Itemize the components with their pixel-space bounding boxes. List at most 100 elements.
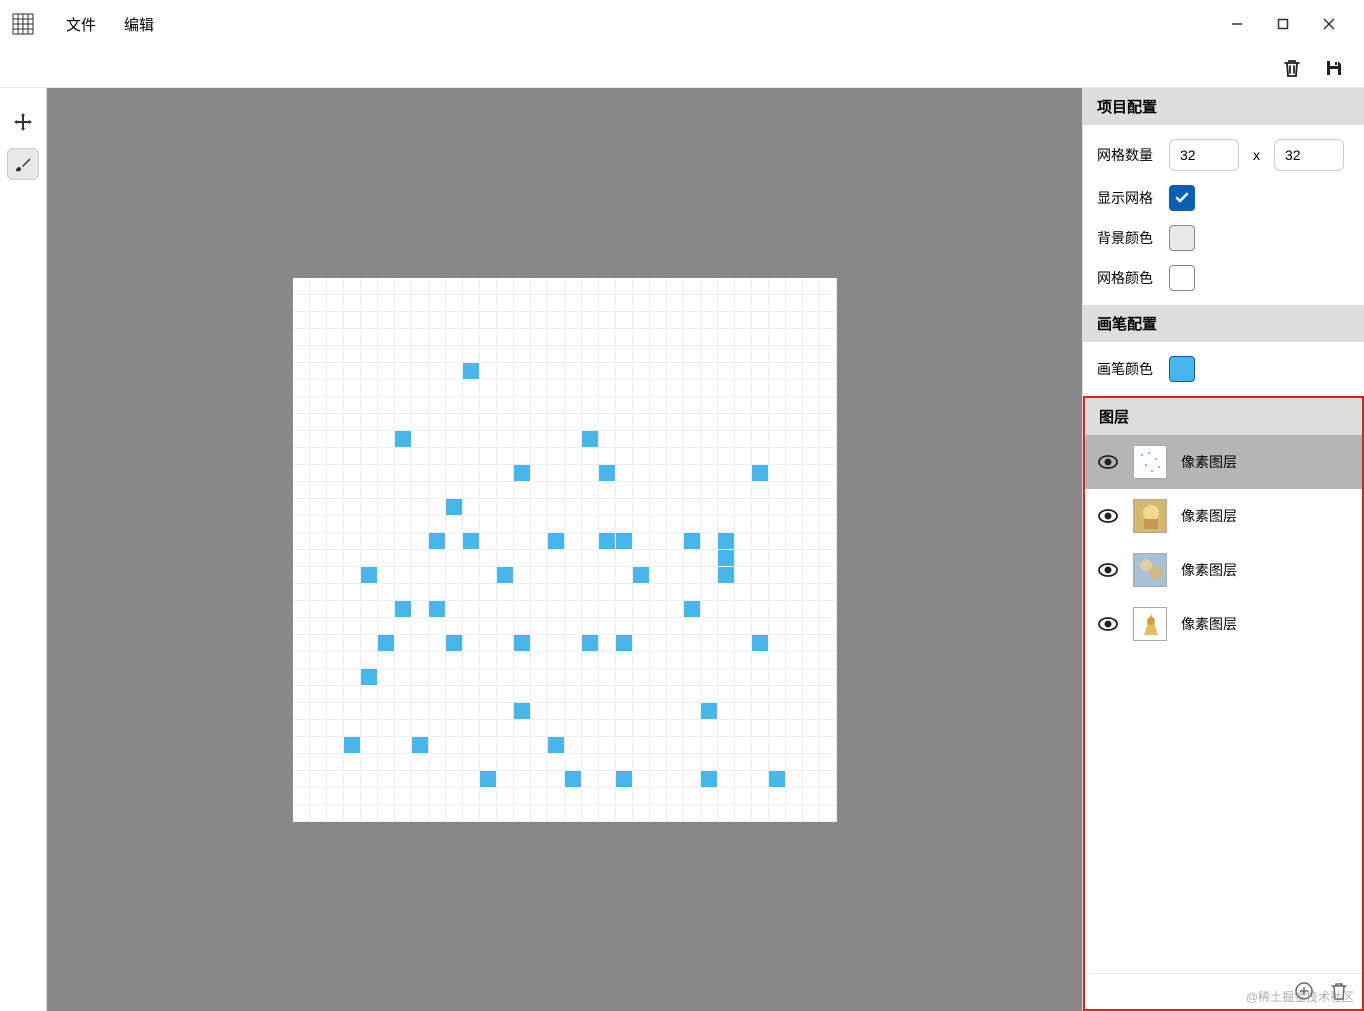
pixel-cell[interactable] [820, 278, 837, 295]
pixel-cell[interactable] [310, 754, 327, 771]
pixel-cell[interactable] [378, 295, 395, 312]
pixel-cell[interactable] [820, 312, 837, 329]
pixel-cell[interactable] [344, 397, 361, 414]
pixel-cell[interactable] [616, 363, 633, 380]
pixel-cell[interactable] [310, 737, 327, 754]
layer-visibility-icon[interactable] [1097, 559, 1119, 581]
pixel-cell[interactable] [701, 669, 718, 686]
pixel-cell[interactable] [786, 703, 803, 720]
pixel-cell[interactable] [735, 669, 752, 686]
pixel-cell[interactable] [735, 771, 752, 788]
pixel-cell[interactable] [344, 754, 361, 771]
pixel-cell[interactable] [531, 669, 548, 686]
pixel-cell[interactable] [786, 618, 803, 635]
pixel-cell[interactable] [718, 601, 735, 618]
pixel-cell[interactable] [582, 312, 599, 329]
pixel-cell[interactable] [701, 737, 718, 754]
pixel-cell[interactable] [344, 584, 361, 601]
pixel-cell[interactable] [531, 584, 548, 601]
pixel-cell[interactable] [310, 567, 327, 584]
pixel-cell[interactable] [497, 805, 514, 822]
pixel-cell[interactable] [565, 771, 582, 788]
pixel-cell[interactable] [599, 516, 616, 533]
pixel-cell[interactable] [565, 516, 582, 533]
pixel-cell[interactable] [786, 465, 803, 482]
pixel-cell[interactable] [650, 380, 667, 397]
pixel-cell[interactable] [310, 329, 327, 346]
pixel-cell[interactable] [769, 482, 786, 499]
pixel-cell[interactable] [735, 788, 752, 805]
pixel-cell[interactable] [395, 295, 412, 312]
pixel-cell[interactable] [667, 669, 684, 686]
pixel-cell[interactable] [548, 397, 565, 414]
pixel-cell[interactable] [582, 533, 599, 550]
pixel-cell[interactable] [650, 431, 667, 448]
pixel-cell[interactable] [361, 720, 378, 737]
pixel-cell[interactable] [667, 346, 684, 363]
pixel-cell[interactable] [446, 737, 463, 754]
pixel-cell[interactable] [565, 686, 582, 703]
pixel-cell[interactable] [361, 669, 378, 686]
pixel-cell[interactable] [701, 771, 718, 788]
pixel-cell[interactable] [599, 652, 616, 669]
pixel-cell[interactable] [667, 278, 684, 295]
pixel-cell[interactable] [786, 448, 803, 465]
pixel-cell[interactable] [378, 482, 395, 499]
pixel-cell[interactable] [429, 397, 446, 414]
pixel-cell[interactable] [480, 516, 497, 533]
pixel-cell[interactable] [463, 669, 480, 686]
pixel-cell[interactable] [599, 720, 616, 737]
pixel-cell[interactable] [463, 380, 480, 397]
pixel-cell[interactable] [344, 788, 361, 805]
pixel-cell[interactable] [650, 278, 667, 295]
pixel-cell[interactable] [514, 771, 531, 788]
pixel-cell[interactable] [361, 448, 378, 465]
pixel-cell[interactable] [463, 788, 480, 805]
pixel-cell[interactable] [616, 771, 633, 788]
pixel-cell[interactable] [769, 550, 786, 567]
pixel-cell[interactable] [463, 499, 480, 516]
pixel-cell[interactable] [752, 686, 769, 703]
pixel-cell[interactable] [820, 414, 837, 431]
pixel-cell[interactable] [616, 754, 633, 771]
pixel-cell[interactable] [497, 482, 514, 499]
pixel-cell[interactable] [310, 465, 327, 482]
pixel-cell[interactable] [820, 567, 837, 584]
pixel-cell[interactable] [718, 346, 735, 363]
pixel-cell[interactable] [344, 295, 361, 312]
pixel-cell[interactable] [803, 516, 820, 533]
pixel-cell[interactable] [582, 295, 599, 312]
pixel-cell[interactable] [446, 669, 463, 686]
pixel-cell[interactable] [412, 703, 429, 720]
pixel-cell[interactable] [582, 686, 599, 703]
pixel-cell[interactable] [582, 584, 599, 601]
pixel-cell[interactable] [820, 686, 837, 703]
pixel-cell[interactable] [327, 652, 344, 669]
pixel-cell[interactable] [565, 669, 582, 686]
pixel-cell[interactable] [565, 533, 582, 550]
pixel-cell[interactable] [531, 499, 548, 516]
pixel-cell[interactable] [429, 601, 446, 618]
pixel-cell[interactable] [684, 397, 701, 414]
pixel-cell[interactable] [463, 601, 480, 618]
pixel-cell[interactable] [531, 567, 548, 584]
pixel-cell[interactable] [803, 584, 820, 601]
pixel-cell[interactable] [548, 431, 565, 448]
pixel-cell[interactable] [548, 312, 565, 329]
pixel-cell[interactable] [514, 278, 531, 295]
pixel-cell[interactable] [514, 618, 531, 635]
pixel-cell[interactable] [429, 754, 446, 771]
pixel-cell[interactable] [412, 686, 429, 703]
pixel-cell[interactable] [616, 329, 633, 346]
pixel-cell[interactable] [463, 652, 480, 669]
pixel-cell[interactable] [599, 737, 616, 754]
pixel-cell[interactable] [718, 805, 735, 822]
pixel-cell[interactable] [786, 584, 803, 601]
pixel-cell[interactable] [395, 618, 412, 635]
pixel-cell[interactable] [803, 686, 820, 703]
pixel-cell[interactable] [327, 737, 344, 754]
pixel-cell[interactable] [327, 805, 344, 822]
pixel-cell[interactable] [684, 635, 701, 652]
pixel-cell[interactable] [412, 346, 429, 363]
pixel-cell[interactable] [667, 601, 684, 618]
